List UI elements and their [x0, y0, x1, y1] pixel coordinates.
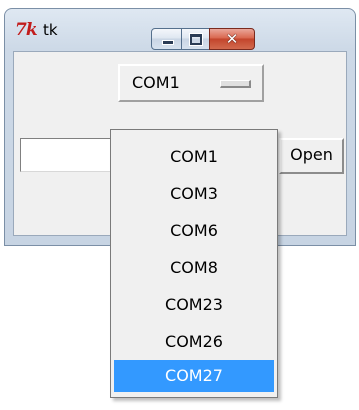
option-menu-indicator-icon: [220, 80, 251, 88]
port-option-menu[interactable]: COM1: [118, 64, 264, 102]
tk-feather-icon: 7k: [15, 20, 38, 40]
minimize-icon: [162, 40, 174, 45]
title-bar[interactable]: 7k tk ✕: [5, 9, 355, 51]
menu-item-com1[interactable]: COM1: [114, 138, 274, 175]
close-button[interactable]: ✕: [209, 28, 255, 50]
port-option-menu-value: COM1: [132, 73, 180, 92]
open-button[interactable]: Open: [279, 138, 344, 174]
port-dropdown-menu: COM1 COM3 COM6 COM8 COM23 COM26 COM27: [110, 129, 278, 398]
menu-item-com3[interactable]: COM3: [114, 175, 274, 212]
maximize-button[interactable]: [181, 28, 210, 50]
close-icon: ✕: [225, 30, 239, 48]
menu-item-com26[interactable]: COM26: [114, 323, 274, 360]
menu-item-com23[interactable]: COM23: [114, 286, 274, 323]
menu-item-com27[interactable]: COM27: [114, 360, 274, 392]
menu-item-com6[interactable]: COM6: [114, 212, 274, 249]
minimize-button[interactable]: [151, 28, 182, 50]
window-title: tk: [43, 21, 58, 39]
maximize-icon: [189, 33, 203, 46]
menu-item-com8[interactable]: COM8: [114, 249, 274, 286]
